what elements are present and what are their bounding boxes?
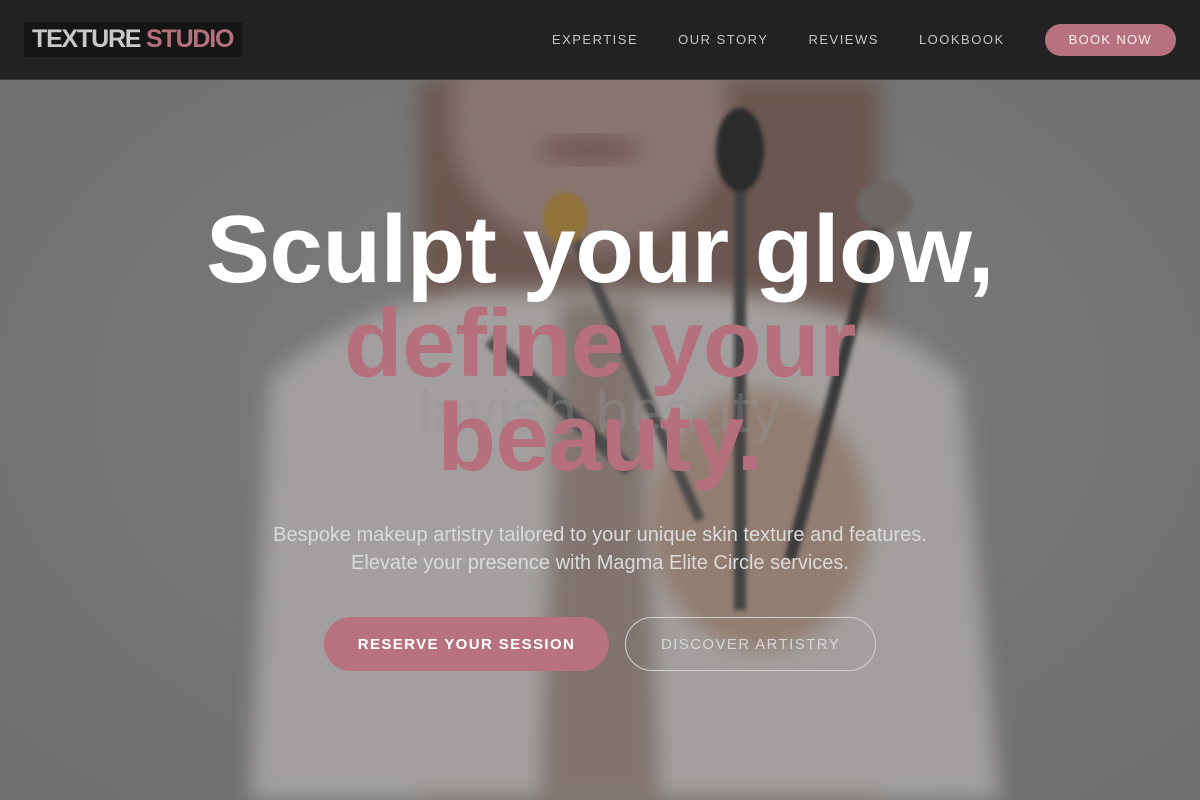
hero-cta-row: RESERVE YOUR SESSION DISCOVER ARTISTRY bbox=[324, 617, 876, 671]
top-navbar: TEXTURE STUDIO EXPERTISE OUR STORY REVIE… bbox=[0, 0, 1200, 80]
nav-link-our-story[interactable]: OUR STORY bbox=[678, 32, 768, 47]
headline-line-3: beauty. bbox=[437, 384, 763, 491]
subtitle-line-2: Elevate your presence with Magma Elite C… bbox=[351, 552, 849, 574]
hero-subtitle: Bespoke makeup artistry tailored to your… bbox=[0, 521, 1200, 577]
hero-section: lavish beauty Sculpt your glow, define y… bbox=[0, 80, 1200, 800]
discover-artistry-button[interactable]: DISCOVER ARTISTRY bbox=[625, 617, 876, 671]
logo-word-studio: STUDIO bbox=[146, 25, 234, 53]
hero-headline: Sculpt your glow, define your beauty. bbox=[0, 196, 1200, 491]
headline-line-2: define your bbox=[344, 290, 856, 397]
nav-link-reviews[interactable]: REVIEWS bbox=[808, 32, 878, 47]
logo-word-texture: TEXTURE bbox=[32, 25, 141, 53]
nav-links: EXPERTISE OUR STORY REVIEWS LOOKBOOK BOO… bbox=[552, 23, 1176, 56]
nav-link-lookbook[interactable]: LOOKBOOK bbox=[919, 32, 1005, 47]
brand-logo[interactable]: TEXTURE STUDIO bbox=[24, 22, 243, 57]
subtitle-line-1: Bespoke makeup artistry tailored to your… bbox=[273, 524, 927, 546]
headline-line-1: Sculpt your glow, bbox=[206, 196, 994, 303]
book-now-button[interactable]: BOOK NOW bbox=[1044, 23, 1176, 56]
nav-link-expertise[interactable]: EXPERTISE bbox=[552, 32, 638, 47]
reserve-session-button[interactable]: RESERVE YOUR SESSION bbox=[324, 617, 609, 671]
